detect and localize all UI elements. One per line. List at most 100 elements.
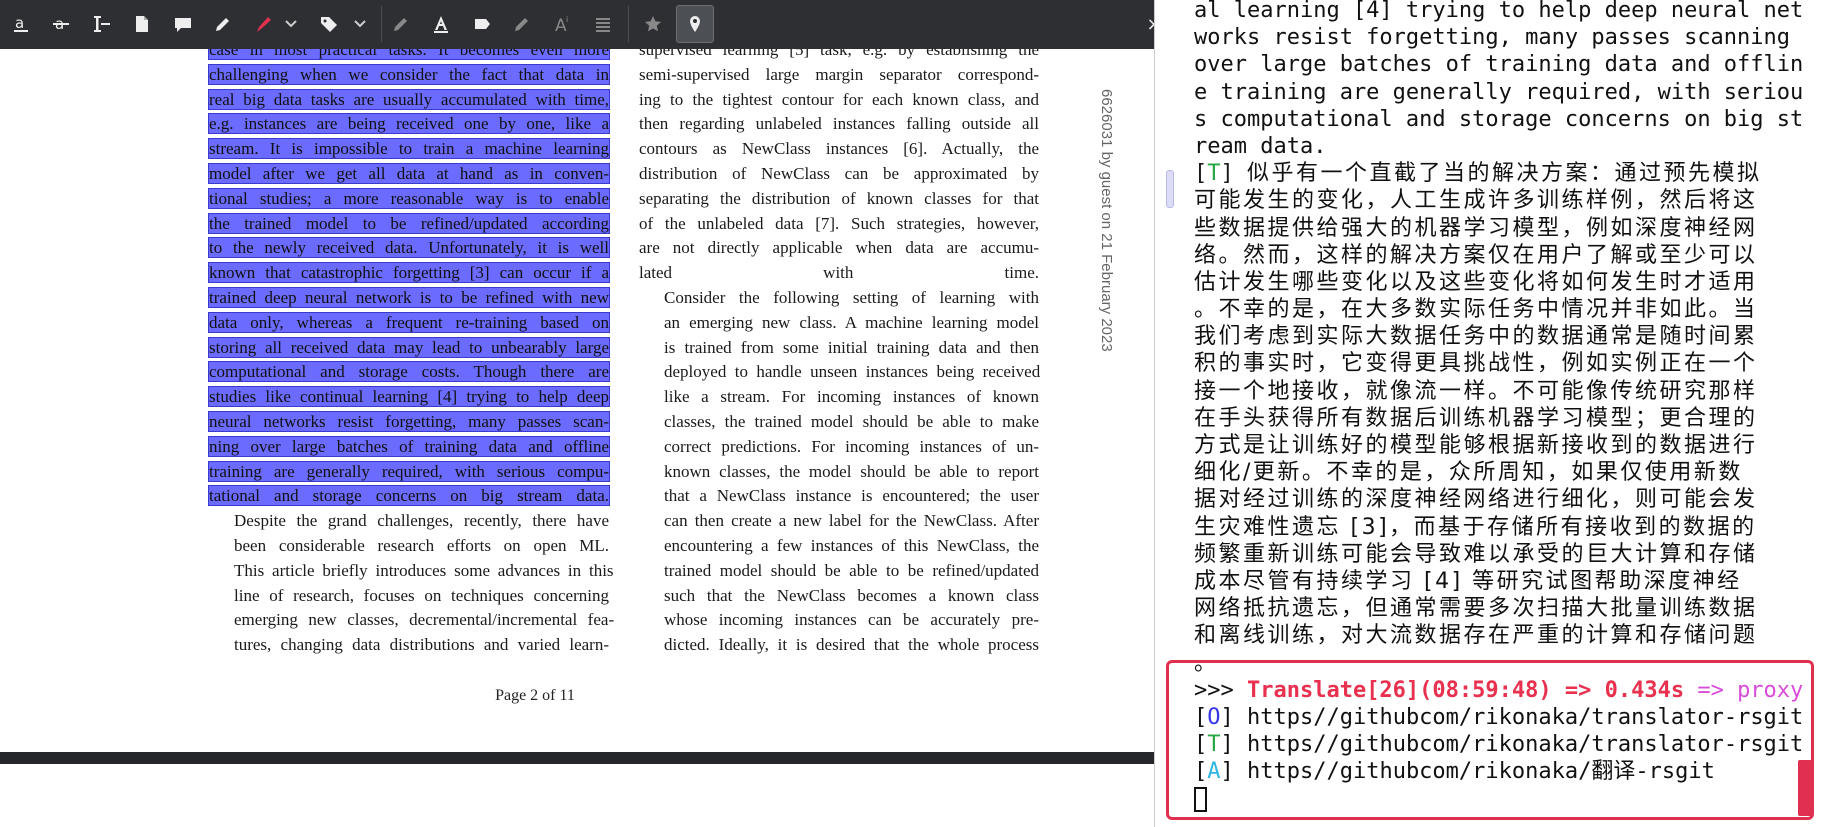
text-line: line of research, focuses on techniques … <box>234 585 609 605</box>
terminal-scroll-thumb[interactable] <box>1798 760 1812 816</box>
star-icon[interactable] <box>637 8 669 40</box>
text-line: been considerable research efforts on op… <box>234 535 609 555</box>
underline-text-icon[interactable]: a <box>5 8 37 40</box>
pdf-page: case in most practical tasks. It becomes… <box>0 49 1154 752</box>
text-line: data only, whereas a frequent re-trainin… <box>208 311 610 333</box>
text-line: known that catastrophic forgetting [3] c… <box>208 262 610 284</box>
left-column: case in most practical tasks. It becomes… <box>208 49 615 658</box>
pdf-viewer: case in most practical tasks. It becomes… <box>0 49 1154 827</box>
text-line: that a NewClass instance is encountered;… <box>664 486 1039 506</box>
label-icon[interactable] <box>466 8 498 40</box>
text-cursor-icon[interactable] <box>86 8 118 40</box>
text-line: trained deep neural network is to be ref… <box>208 286 610 308</box>
download-watermark: 6626031 by guest on 21 February 2023 <box>1098 89 1115 352</box>
text-line: supervised learning [5] task, e.g. by es… <box>639 49 1039 59</box>
text-line: classes, the trained model should be abl… <box>664 411 1039 431</box>
text-line: whose incoming instances can be accurate… <box>664 610 1039 630</box>
terminal-line-translation: 成本尽管有持续学习 [4] 等研究试图帮助深度神经 <box>1194 568 1742 594</box>
eraser-icon[interactable] <box>506 8 538 40</box>
location-pin-icon[interactable] <box>676 5 714 43</box>
text-line: dicted. Ideally, it is desired that the … <box>664 635 1039 655</box>
font-size-icon[interactable]: Ai <box>547 8 579 40</box>
terminal-line-translation: 在手头获得所有数据后训练机器学习模型；更合理的 <box>1194 405 1758 431</box>
terminal-line-translation: 方式是让训练好的模型能够根据新接收到的数据进行 <box>1194 433 1758 458</box>
chevron-down-icon[interactable] <box>280 8 302 40</box>
text-line: distribution of NewClass can be approxim… <box>639 163 1039 183</box>
text-line: are not directly applicable when data ar… <box>639 238 1039 258</box>
text-line: Despite the grand challenges, recently, … <box>234 511 609 531</box>
text-line: deployed to handle unseen instances bein… <box>664 362 1041 382</box>
translation-tag: T <box>1207 161 1221 187</box>
terminal-line-translation: 可能发生的变化，人工生成许多训练样例，然后将这 <box>1194 188 1758 214</box>
highlighted-paragraph[interactable]: case in most practical tasks. It becomes… <box>208 49 610 509</box>
paragraph-consider: Consider the following setting of learni… <box>639 286 1041 658</box>
terminal-line-translation: 络。然而，这样的解决方案仅在用户了解或至少可以 <box>1194 242 1758 268</box>
text-line: tational and storage concerns on big str… <box>208 485 610 507</box>
terminal-line-translation: 据对经过训练的深度神经网络进行细化，则可能会发 <box>1194 487 1758 513</box>
paragraph-despite: Despite the grand challenges, recently, … <box>209 509 615 658</box>
svg-text:i: i <box>566 15 568 24</box>
text-line: This article briefly introduces some adv… <box>234 560 614 580</box>
terminal-line: over large batches of training data and … <box>1194 52 1804 78</box>
text-line: training are generally required, with se… <box>208 460 610 482</box>
text-line: then regarding unlabeled instances falli… <box>639 114 1039 134</box>
text-color-icon[interactable] <box>425 8 457 40</box>
page-separator <box>0 752 1154 764</box>
text-line: can then create a new label for the NewC… <box>664 511 1039 531</box>
strikethrough-text-icon[interactable]: a <box>45 8 77 40</box>
terminal-line-translation: 些数据提供给强大的机器学习模型，例如深度神经网 <box>1194 215 1758 241</box>
annotation-toolbar: a a Ai <box>0 0 1162 49</box>
terminal-line-translation: 接一个地接收，就像流一样。不可能像传统研究那样 <box>1194 378 1758 404</box>
pencil-icon[interactable] <box>207 8 239 40</box>
text-line: storing all received data may lead to un… <box>208 336 610 358</box>
terminal-line-translation: 频繁重新训练可能会导致难以承受的巨大计算和存储 <box>1194 541 1758 567</box>
text-line: Consider the following setting of learni… <box>664 287 1039 307</box>
text-line: lated with time. <box>639 263 1039 283</box>
text-line: studies like continual learning [4] tryi… <box>208 386 610 408</box>
terminal-line-translation: 网络抵抗遗忘，但通常需要多次扫描大批量训练数据 <box>1194 596 1758 622</box>
latest-output-highlight-box <box>1166 660 1814 820</box>
text-line: trained model should be able to be refin… <box>664 560 1039 580</box>
text-line: emerging new classes, decremental/increm… <box>234 610 615 630</box>
terminal-line-translation: 和离线训练，对大流数据存在严重的计算和存储问题 <box>1194 623 1758 649</box>
terminal-line-translation: 我们考虑到实际大数据任务中的数据通常是随时间累 <box>1194 324 1758 350</box>
terminal-line-translation: 。不幸的是，在大多数实际任务中情况并非如此。当 <box>1194 297 1758 323</box>
align-justify-icon[interactable] <box>587 8 619 40</box>
terminal-scrollbar[interactable] <box>1166 170 1174 208</box>
terminal-line-translation: 估计发生哪些变化以及这些变化将如何发生时才适用 <box>1194 269 1758 295</box>
highlighter-icon[interactable] <box>248 8 280 40</box>
text-line: known classes, the model should be able … <box>664 461 1039 481</box>
terminal-line-translation: [T] 似乎有一个直截了当的解决方案：通过预先模拟 <box>1194 161 1762 187</box>
tag-icon[interactable] <box>313 8 345 40</box>
page-number-label: Page 2 of 11 <box>495 687 575 704</box>
text-line: correct predictions. For incoming instan… <box>664 436 1039 456</box>
pen-icon[interactable] <box>385 8 417 40</box>
chevron-down-icon[interactable] <box>349 8 371 40</box>
text-line: is trained from some initial training da… <box>664 337 1039 357</box>
text-line: e.g. instances are being received one by… <box>208 113 610 135</box>
svg-text:a: a <box>15 14 24 32</box>
text-line: ing to the tightest contour for each kno… <box>639 89 1039 109</box>
text-line: computational and storage costs. Though … <box>208 361 610 383</box>
terminal-line-translation: 生灾难性遗忘 [3]，而基于存储所有接收到的数据的 <box>1194 514 1757 540</box>
note-icon[interactable] <box>126 8 158 40</box>
text-line: encountering a few instances of this New… <box>664 535 1039 555</box>
comment-icon[interactable] <box>167 8 199 40</box>
paragraph-supervised: supervised learning [5] task, e.g. by es… <box>639 49 1039 286</box>
terminal-line-translation: 积的事实时，它变得更具挑战性，例如实例正在一个 <box>1194 351 1758 377</box>
terminal-line: works resist forgetting, many passes sca… <box>1194 25 1791 51</box>
text-line: such that the NewClass becomes a known c… <box>664 585 1039 605</box>
text-line: to the newly received data. Unfortunatel… <box>208 237 610 259</box>
text-line: challenging when we consider the fact th… <box>208 63 610 85</box>
text-line: of the unlabeled data [7]. Such strategi… <box>639 213 1039 233</box>
right-column: supervised learning [5] task, e.g. by es… <box>639 49 1041 658</box>
text-line: separating the distribution of known cla… <box>639 188 1039 208</box>
text-line: neural networks resist forgetting, many … <box>208 410 610 432</box>
text-line: real big data tasks are usually accumula… <box>208 88 610 110</box>
text-line: case in most practical tasks. It becomes… <box>208 49 610 63</box>
terminal-line-translation: 细化/更新。不幸的是，众所周知，如果仅使用新数 <box>1194 460 1743 486</box>
text-line: an emerging new class. A machine learnin… <box>664 312 1039 332</box>
text-line: like a stream. For incoming instances of… <box>664 387 1039 407</box>
text-line: semi-supervised large margin separator c… <box>639 64 1039 84</box>
terminal-line: al learning [4] trying to help deep neur… <box>1194 0 1804 23</box>
